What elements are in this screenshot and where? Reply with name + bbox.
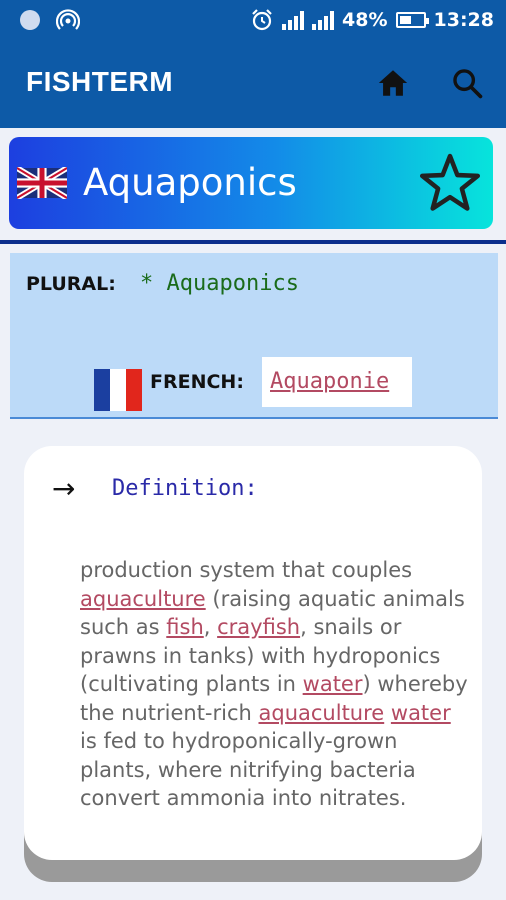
definition-text-segment: ,	[203, 615, 218, 639]
arrow-right-icon: →	[52, 472, 76, 505]
search-icon[interactable]	[450, 66, 484, 100]
clock: 13:28	[433, 9, 494, 31]
french-translation-box[interactable]: Aquaponie	[262, 357, 412, 407]
definition-text: production system that couples aquacultu…	[80, 556, 472, 813]
link-water[interactable]: water	[303, 672, 363, 696]
definition-text-segment: production system that couples	[80, 558, 413, 582]
status-bar: 48% 13:28	[0, 0, 506, 40]
hotspot-icon	[56, 9, 80, 30]
link-aquaculture[interactable]: aquaculture	[80, 587, 206, 611]
definition-text-segment: is fed to hydroponically-grown plants, w…	[80, 729, 416, 810]
signal-icon	[282, 10, 305, 30]
plural-label: PLURAL:	[26, 273, 116, 295]
uk-flag-icon	[17, 167, 67, 199]
battery-percent: 48%	[342, 9, 388, 31]
link-fish[interactable]: fish	[166, 615, 203, 639]
definition-card: → Definition: production system that cou…	[24, 446, 482, 860]
star-outline-icon[interactable]	[416, 149, 484, 217]
term-word: Aquaponics	[83, 161, 297, 204]
divider	[0, 240, 506, 244]
definition-label: Definition:	[112, 476, 258, 501]
definition-text-segment	[384, 701, 391, 725]
french-flag-icon	[94, 369, 142, 411]
circle-notification-icon	[20, 10, 40, 30]
app-bar: FISHTERM	[0, 40, 506, 128]
info-panel: PLURAL: * Aquaponics FRENCH: Aquaponie	[10, 253, 498, 419]
home-icon[interactable]	[376, 66, 410, 100]
link-water[interactable]: water	[391, 701, 451, 725]
battery-icon	[395, 12, 429, 28]
link-crayfish[interactable]: crayfish	[217, 615, 300, 639]
french-translation-link[interactable]: Aquaponie	[270, 369, 389, 394]
link-aquaculture[interactable]: aquaculture	[259, 701, 385, 725]
french-label: FRENCH:	[150, 371, 244, 393]
signal-h-icon	[312, 10, 335, 30]
alarm-icon	[252, 9, 272, 31]
app-title: FISHTERM	[26, 66, 174, 97]
term-banner: Aquaponics	[9, 137, 493, 229]
plural-value: * Aquaponics	[140, 271, 299, 296]
